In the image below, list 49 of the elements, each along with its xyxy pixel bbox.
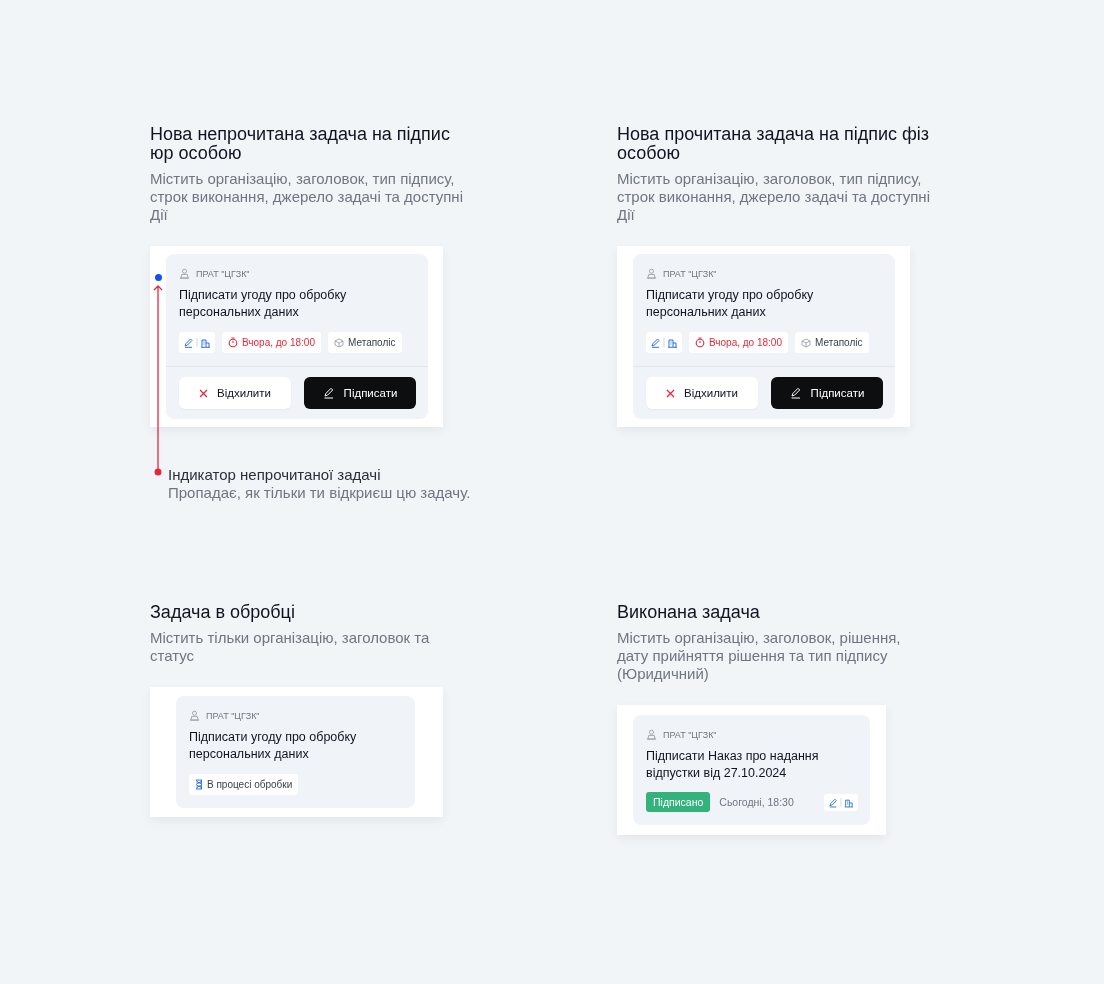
task-title: Підписати Наказ про надання відпустки від 27.10.2024 bbox=[646, 748, 820, 782]
section-description: Містить тільки організацію, заголовок та статус bbox=[150, 629, 431, 665]
task-title: Підписати угоду про обробку персональних даних bbox=[646, 287, 815, 321]
cube-icon bbox=[801, 337, 811, 348]
organization-name: ПРАТ "ЦГЗК" bbox=[206, 710, 260, 721]
organization-name: ПРАТ "ЦГЗК" bbox=[196, 268, 250, 279]
stopwatch-icon bbox=[228, 337, 238, 348]
hourglass-icon bbox=[195, 779, 203, 790]
deadline-chip: Вчора, до 18:00 bbox=[689, 332, 788, 353]
task-card[interactable]: ПРАТ "ЦГЗК" Підписати угоду про обробку персональних даних Вчора, до 18:00 Метаполіс Відхилити Підписати bbox=[633, 254, 895, 419]
organization-name: ПРАТ "ЦГЗК" bbox=[663, 268, 717, 279]
reject-button[interactable]: Відхилити bbox=[646, 377, 758, 409]
organization-name: ПРАТ "ЦГЗК" bbox=[663, 729, 717, 740]
section-description: Містить організацію, заголовок, рішення, дату прийняття рішення та тип підпису (Юридичний) bbox=[617, 629, 902, 683]
sign-button[interactable]: Підписати bbox=[304, 377, 416, 409]
source-chip: Метаполіс bbox=[328, 332, 402, 353]
person-icon bbox=[646, 268, 657, 279]
section-description: Містить організацію, заголовок, тип підпису, строк виконання, джерело задачі та доступні Дії bbox=[617, 170, 931, 224]
source-chip: Метаполіс bbox=[795, 332, 869, 353]
sign-button[interactable]: Підписати bbox=[771, 377, 883, 409]
annotation-text: Пропадає, як тільки ти відкриєш цю задачу. bbox=[168, 484, 472, 502]
pen-icon bbox=[322, 387, 335, 399]
stopwatch-icon bbox=[695, 337, 705, 348]
deadline-chip: Вчора, до 18:00 bbox=[222, 332, 321, 353]
task-card[interactable]: ПРАТ "ЦГЗК" Підписати Наказ про надання відпустки від 27.10.2024 Підписано Сьогодні, 18:30 bbox=[633, 715, 870, 825]
close-icon bbox=[199, 388, 209, 398]
annotation-title: Індикатор непрочитаної задачі bbox=[168, 466, 382, 484]
status-badge: Підписано bbox=[646, 792, 711, 812]
person-icon bbox=[646, 729, 657, 740]
section-title: Нова непрочитана задача на підпис юр особою bbox=[150, 125, 451, 163]
decision-date: Сьогодні, 18:30 bbox=[719, 796, 794, 808]
section-title: Нова прочитана задача на підпис фіз особою bbox=[617, 125, 931, 163]
close-icon bbox=[666, 388, 676, 398]
reject-button[interactable]: Відхилити bbox=[179, 377, 291, 409]
cube-icon bbox=[334, 337, 344, 348]
section-description: Містить організацію, заголовок, тип підпису, строк виконання, джерело задачі та доступні Дії bbox=[150, 170, 464, 224]
task-card[interactable]: ПРАТ "ЦГЗК" Підписати угоду про обробку персональних даних В процесі обробки bbox=[176, 696, 415, 808]
task-title: Підписати угоду про обробку персональних даних bbox=[189, 729, 358, 763]
section-title: Задача в обробці bbox=[150, 603, 296, 622]
status-chip: В процесі обробки bbox=[189, 774, 299, 795]
person-icon bbox=[189, 710, 200, 721]
section-title: Виконана задача bbox=[617, 603, 761, 622]
pen-icon bbox=[789, 387, 802, 399]
pen-and-building-icon bbox=[183, 337, 211, 348]
pen-and-building-icon bbox=[828, 796, 854, 808]
task-card[interactable]: ПРАТ "ЦГЗК" Підписати угоду про обробку персональних даних Вчора, до 18:00 Метаполіс Відхилити Підписати bbox=[166, 254, 428, 419]
pen-and-building-icon bbox=[650, 337, 678, 348]
task-title: Підписати угоду про обробку персональних даних bbox=[179, 287, 348, 321]
person-icon bbox=[179, 268, 190, 279]
